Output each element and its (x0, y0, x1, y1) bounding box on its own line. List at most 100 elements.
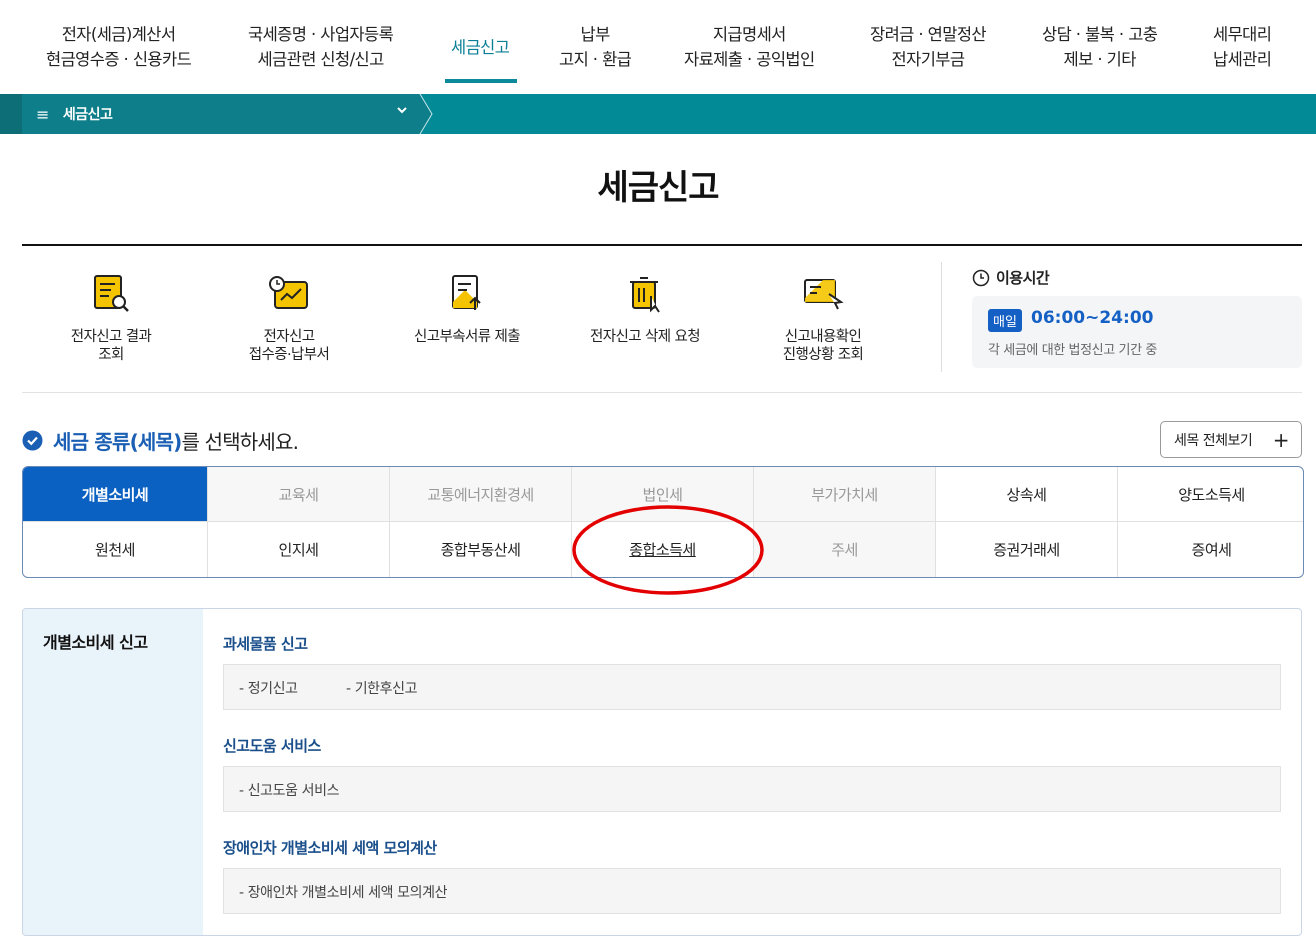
heading-highlight: 세금 종류(세목) (53, 430, 182, 454)
nav-item-tax-filing[interactable]: 세금신고 (451, 35, 510, 60)
nav-label: 제보 · 기타 (1063, 50, 1137, 69)
top-nav: 전자(세금)계산서 현금영수증 · 신용카드 국세증명 · 사업자등록 세금관련… (0, 0, 1316, 94)
quick-menu-label: 전자신고 결과 (70, 329, 152, 345)
nav-item-certificates[interactable]: 국세증명 · 사업자등록 세금관련 신청/신고 (248, 22, 394, 72)
group-title-taxable-goods: 과세물품 신고 (223, 635, 308, 653)
quick-menu-label: 진행상황 조회 (782, 347, 864, 363)
chevron-down-icon (396, 104, 408, 120)
red-circle-annotation (572, 505, 764, 595)
tax-tab-education[interactable]: 교육세 (208, 467, 390, 522)
tax-tab-label: 종합부동산세 (440, 541, 521, 559)
quick-menu-label: 전자신고 삭제 요청 (590, 329, 701, 345)
section-divider (22, 392, 1302, 393)
nav-item-e-invoice[interactable]: 전자(세금)계산서 현금영수증 · 신용카드 (46, 22, 192, 72)
nav-item-incentives[interactable]: 장려금 · 연말정산 전자기부금 (870, 22, 987, 72)
detail-title: 개별소비세 신고 (43, 633, 148, 652)
nav-label: 전자기부금 (891, 50, 966, 69)
tax-tab-inheritance[interactable]: 상속세 (936, 467, 1118, 522)
tax-tab-label: 교통에너지환경세 (427, 485, 534, 504)
group-title-filing-help: 신고도움 서비스 (223, 737, 321, 755)
group-links-filing-help: - 신고도움 서비스 (223, 766, 1281, 812)
nav-label: 고지 · 환급 (559, 50, 632, 69)
nav-item-payment[interactable]: 납부 고지 · 환급 (559, 22, 632, 72)
quick-menu-label: 조회 (98, 347, 124, 363)
link-filing-help-service[interactable]: - 신고도움 서비스 (239, 780, 340, 800)
nav-item-payment-statements[interactable]: 지급명세서 자료제출 · 공익법인 (684, 22, 815, 72)
hamburger-icon: ≡ (36, 104, 49, 124)
tax-tab-liquor[interactable]: 주세 (754, 522, 936, 577)
tax-tab-individual-consumption[interactable]: 개별소비세 (23, 467, 208, 522)
nav-label: 지급명세서 (712, 25, 787, 44)
nav-label: 현금영수증 · 신용카드 (46, 50, 192, 69)
tax-tab-gift[interactable]: 증여세 (1118, 522, 1303, 577)
nav-label: 장려금 · 연말정산 (870, 25, 987, 44)
nav-label: 납세관리 (1213, 50, 1272, 69)
quick-menu-label: 전자신고 (263, 329, 316, 345)
tax-tab-withholding[interactable]: 원천세 (23, 522, 208, 577)
tax-tab-comprehensive-real-estate[interactable]: 종합부동산세 (390, 522, 572, 577)
quick-menu-efile-result[interactable]: 전자신고 결과 조회 (36, 272, 186, 364)
tax-tab-label: 증여세 (1191, 541, 1232, 559)
quick-menu-review-status[interactable]: 신고내용확인 진행상황 조회 (748, 272, 898, 364)
tax-tab-label: 법인세 (642, 485, 683, 504)
hours-title-text: 이용시간 (996, 269, 1050, 287)
quick-menu-label: 접수증·납부서 (248, 347, 330, 363)
nav-label: 자료제출 · 공익법인 (684, 50, 815, 69)
quick-menu-label: 신고부속서류 제출 (414, 329, 521, 345)
quick-menu-divider (941, 262, 942, 372)
tax-tab-stamp[interactable]: 인지세 (208, 522, 390, 577)
select-tax-heading: 세금 종류(세목) 를 선택하세요. (22, 426, 299, 455)
group-title-disabled-car-simulation: 장애인차 개별소비세 세액 모의계산 (223, 839, 437, 857)
page-title: 세금신고 (597, 168, 719, 208)
link-late-filing[interactable]: - 기한후신고 (346, 678, 418, 698)
tax-tab-transport-energy[interactable]: 교통에너지환경세 (390, 467, 572, 522)
quick-menu-label: 신고내용확인 (784, 329, 862, 345)
nav-label: 국세증명 · 사업자등록 (248, 25, 394, 44)
tax-tab-securities-transaction[interactable]: 증권거래세 (936, 522, 1118, 577)
link-regular-filing[interactable]: - 정기신고 (239, 678, 298, 698)
hours-time: 06:00~24:00 (1031, 308, 1154, 328)
nav-label: 세무대리 (1213, 25, 1272, 44)
detail-side: 개별소비세 신고 (23, 609, 203, 935)
tax-tab-vat[interactable]: 부가가치세 (754, 467, 936, 522)
breadcrumb-home-area (0, 94, 22, 134)
check-circle-icon (22, 430, 43, 451)
nav-label: 세금신고 (451, 38, 510, 57)
nav-label: 세금관련 신청/신고 (257, 50, 384, 69)
tax-tab-label: 원천세 (95, 541, 135, 559)
nav-item-consulting[interactable]: 상담 · 불복 · 고충 제보 · 기타 (1042, 22, 1158, 72)
tax-tab-label: 교육세 (278, 485, 319, 504)
heading-text: 를 선택하세요. (181, 430, 299, 454)
nav-label: 납부 (580, 25, 611, 44)
nav-label: 전자(세금)계산서 (61, 25, 176, 44)
nav-item-tax-agent[interactable]: 세무대리 납세관리 (1213, 22, 1272, 72)
hours-title: 이용시간 (972, 267, 1050, 288)
hours-badge: 매일 (988, 309, 1022, 332)
plus-icon: + (1272, 428, 1290, 452)
clock-icon (972, 269, 990, 286)
tax-tab-label: 부가가치세 (811, 485, 878, 504)
document-upload-icon (452, 275, 481, 310)
document-search-icon (94, 275, 129, 312)
hours-box: 매일 06:00~24:00 각 세금에 대한 법정신고 기간 중 (972, 296, 1302, 368)
view-all-label: 세목 전체보기 (1174, 432, 1253, 449)
tax-tab-label: 양도소득세 (1178, 485, 1245, 504)
quick-menu-attachments[interactable]: 신고부속서류 제출 (392, 272, 542, 346)
view-all-tax-button[interactable]: 세목 전체보기 + (1160, 421, 1302, 458)
tax-tab-label: 인지세 (278, 541, 319, 559)
group-links-disabled-car-simulation: - 장애인차 개별소비세 세액 모의계산 (223, 868, 1281, 914)
hours-note: 각 세금에 대한 법정신고 기간 중 (988, 343, 1157, 358)
link-disabled-car-simulation[interactable]: - 장애인차 개별소비세 세액 모의계산 (239, 882, 447, 902)
detail-panel: 개별소비세 신고 과세물품 신고 - 정기신고 - 기한후신고 신고도움 서비스… (22, 608, 1302, 936)
tax-tab-capital-gains[interactable]: 양도소득세 (1118, 467, 1303, 522)
quick-menu-delete-request[interactable]: 전자신고 삭제 요청 (570, 272, 720, 346)
tax-tab-label: 상속세 (1006, 485, 1047, 504)
receipt-chart-icon (269, 276, 308, 309)
quick-menu-receipt[interactable]: 전자신고 접수증·납부서 (214, 272, 364, 364)
nav-active-indicator (445, 79, 517, 83)
tax-tab-label: 주세 (831, 541, 858, 559)
breadcrumb-bar: ≡ 세금신고 (0, 94, 1316, 134)
breadcrumb-label: 세금신고 (62, 107, 113, 123)
trash-click-icon (630, 277, 660, 313)
breadcrumb-menu-dropdown[interactable]: ≡ 세금신고 (22, 94, 420, 134)
